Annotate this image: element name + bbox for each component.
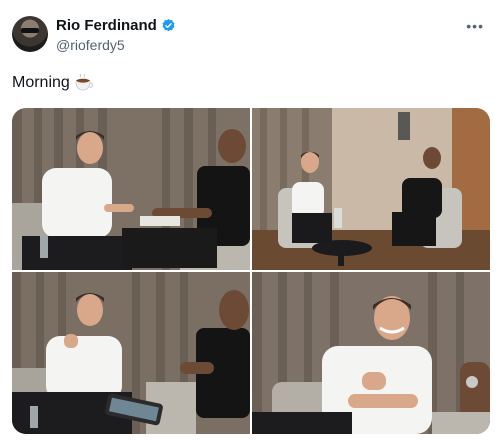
tweet-text: Morning [12,74,94,92]
tweet-header: Rio Ferdinand @rioferdy5 ••• [12,14,488,60]
interview-photo-4 [252,272,490,434]
user-handle[interactable]: @rioferdy5 [56,37,125,53]
media-photo-4[interactable] [252,272,490,434]
media-photo-3[interactable] [12,272,250,434]
media-grid [12,108,490,434]
interview-photo-2 [252,108,490,270]
more-options-icon[interactable]: ••• [466,18,484,34]
avatar[interactable] [12,16,48,52]
interview-photo-3 [12,272,250,434]
display-name[interactable]: Rio Ferdinand [56,17,157,34]
verified-badge-icon [162,18,175,32]
media-photo-1[interactable] [12,108,250,270]
media-photo-2[interactable] [252,108,490,270]
coffee-cup-icon [75,74,93,91]
tweet-body: Morning [12,74,70,91]
interview-photo-1 [12,108,250,270]
author-name-row: Rio Ferdinand [56,17,176,34]
